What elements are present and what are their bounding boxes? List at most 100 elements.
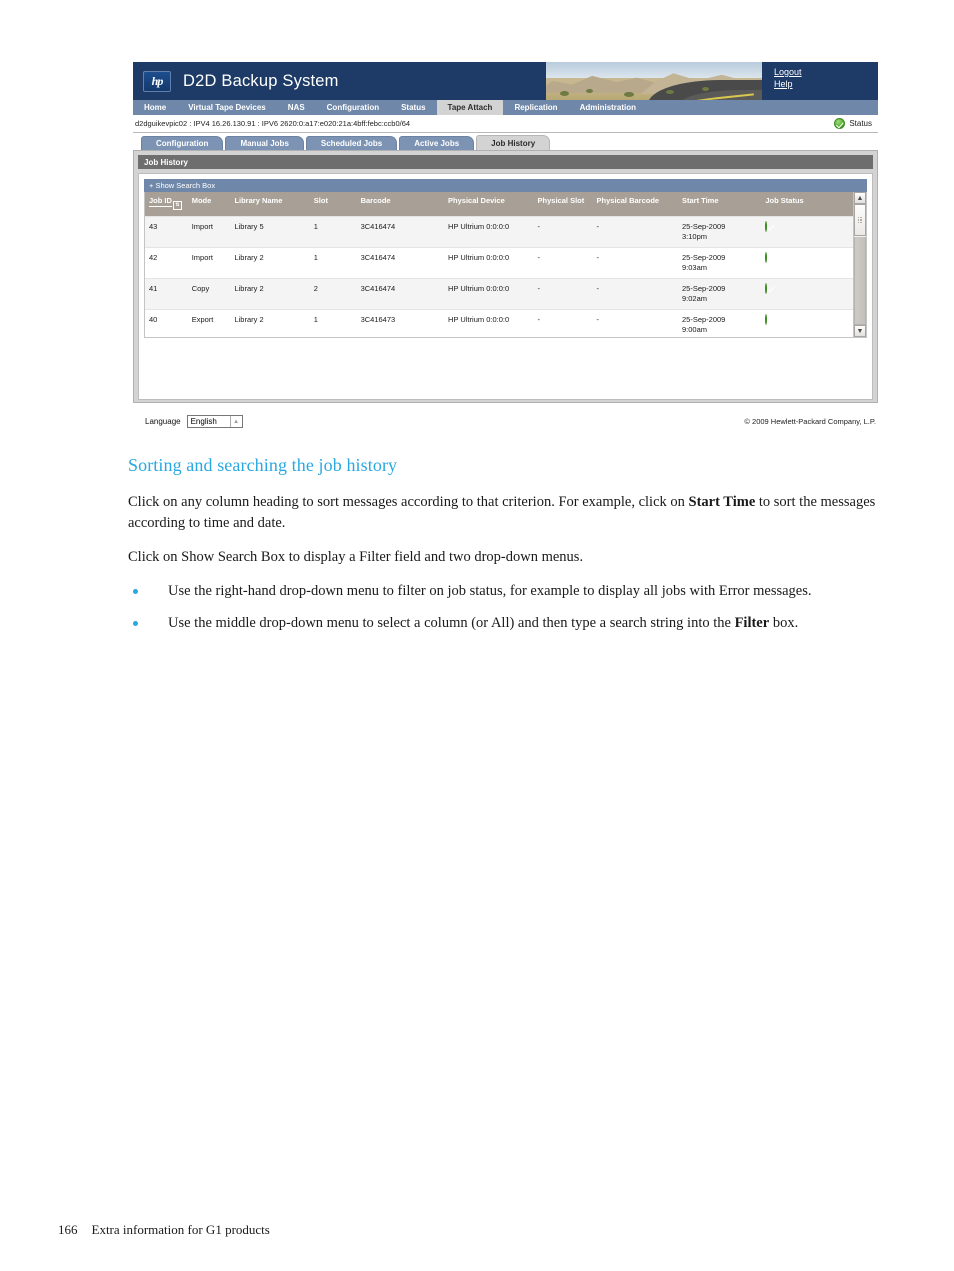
cell-start-time: 25-Sep-2009 9:03am [677, 246, 762, 278]
scroll-thumb[interactable] [854, 204, 866, 236]
table-vertical-scrollbar[interactable]: ▲ ▼ [853, 192, 866, 337]
cell-start-time: 25-Sep-2009 3:10pm [677, 215, 762, 247]
page-footer: 166 Extra information for G1 products [58, 1222, 270, 1238]
nav-item-tape-attach[interactable]: Tape Attach [436, 100, 504, 115]
banner-left: hp D2D Backup System [133, 62, 546, 100]
nav-item-virtual-tape-devices[interactable]: Virtual Tape Devices [177, 100, 277, 115]
banner-links: Logout Help [762, 62, 878, 100]
column-header-job-status[interactable]: Job Status [761, 192, 853, 216]
column-header-slot[interactable]: Slot [309, 192, 357, 216]
table-row[interactable]: 43 Import Library 5 1 3C416474 HP Ultriu… [145, 215, 853, 247]
show-search-box-toggle[interactable]: + Show Search Box [144, 179, 867, 192]
sort-arrow-icon: ⇅ [172, 201, 182, 210]
cell-start-time: 25-Sep-2009 9:02am [677, 277, 762, 309]
nav-item-nas[interactable]: NAS [277, 100, 316, 115]
table-row[interactable]: 40 Export Library 2 1 3C416473 HP Ultriu… [145, 308, 853, 337]
column-header-physical-slot[interactable]: Physical Slot [533, 192, 593, 216]
cell-job-status [761, 246, 853, 278]
photo-sky [546, 62, 762, 78]
cell-mode: Import [187, 215, 231, 247]
job-history-panel: Job History + Show Search Box Job ID ⇅ M… [133, 150, 878, 403]
column-header-job-id-label: Job ID [149, 196, 172, 207]
copyright-text: © 2009 Hewlett-Packard Company, L.P. [744, 417, 876, 426]
language-selected-value: English [190, 417, 217, 426]
column-header-start-time[interactable]: Start Time [677, 192, 762, 216]
hp-logo-icon: hp [143, 70, 171, 92]
scroll-down-button[interactable]: ▼ [854, 325, 866, 337]
app-footer: Language English ▲ © 2009 Hewlett-Packar… [133, 415, 878, 428]
column-header-mode[interactable]: Mode [187, 192, 231, 216]
cell-job-status [761, 215, 853, 247]
ok-check-icon [765, 220, 768, 232]
job-history-table-scroll: Job ID ⇅ Mode Library Name Slot Barcode P… [145, 192, 853, 337]
ok-check-icon [765, 282, 768, 294]
para1-bold-start-time: Start Time [688, 494, 756, 510]
column-header-physical-device[interactable]: Physical Device [444, 192, 534, 216]
nav-item-status[interactable]: Status [390, 100, 436, 115]
column-header-job-id[interactable]: Job ID ⇅ [145, 192, 188, 216]
language-group: Language English ▲ [145, 415, 243, 428]
cell-slot: 2 [309, 277, 357, 309]
nav-item-configuration[interactable]: Configuration [316, 100, 390, 115]
panel-body: + Show Search Box Job ID ⇅ Mode Library … [138, 173, 873, 400]
host-address: d2dguikevpic02 : IPV4 16.26.130.91 : IPV… [135, 119, 411, 128]
main-navigation: Home Virtual Tape Devices NAS Configurat… [133, 100, 878, 115]
cell-mode: Import [187, 246, 231, 278]
cell-physical-barcode: - [592, 215, 678, 247]
cell-library: Library 2 [230, 277, 310, 309]
cell-physical-barcode: - [592, 277, 678, 309]
cell-physical-barcode: - [592, 308, 678, 337]
tab-scheduled-jobs[interactable]: Scheduled Jobs [305, 136, 398, 150]
cell-job-id: 40 [145, 308, 188, 337]
cell-library: Library 2 [230, 308, 310, 337]
bullet1-part-a: Use the right-hand drop-down menu to fil… [168, 583, 812, 599]
cell-slot: 1 [309, 246, 357, 278]
table-header-row: Job ID ⇅ Mode Library Name Slot Barcode P… [145, 192, 853, 216]
tab-active-jobs[interactable]: Active Jobs [399, 136, 475, 150]
column-header-barcode[interactable]: Barcode [356, 192, 445, 216]
photo-scrub-2 [586, 89, 593, 93]
ok-check-icon [765, 313, 768, 325]
start-date: 25-Sep-2009 [681, 283, 726, 293]
status-indicator[interactable]: Status [834, 118, 872, 129]
cell-physical-slot: - [533, 308, 593, 337]
column-header-physical-barcode[interactable]: Physical Barcode [592, 192, 678, 216]
table-row[interactable]: 42 Import Library 2 1 3C416474 HP Ultriu… [145, 246, 853, 278]
cell-physical-barcode: - [592, 246, 678, 278]
scroll-track-remainder[interactable] [854, 237, 866, 325]
scroll-up-button[interactable]: ▲ [854, 192, 866, 204]
cell-mode: Export [187, 308, 231, 337]
cell-job-id: 43 [145, 215, 188, 247]
start-clock: 3:10pm [681, 231, 708, 241]
bullet2-part-c: box. [769, 615, 799, 631]
logout-link[interactable]: Logout [774, 66, 878, 78]
language-select[interactable]: English ▲ [186, 415, 243, 428]
page-chapter-title: Extra information for G1 products [91, 1222, 270, 1237]
nav-item-administration[interactable]: Administration [569, 100, 647, 115]
tab-configuration[interactable]: Configuration [141, 136, 224, 150]
help-link[interactable]: Help [774, 78, 878, 90]
tab-job-history[interactable]: Job History [476, 135, 551, 150]
table-body: 43 Import Library 5 1 3C416474 HP Ultriu… [145, 215, 853, 337]
nav-item-home[interactable]: Home [133, 100, 177, 115]
cell-physical-device: HP Ultrium 0:0:0:0 [444, 246, 534, 278]
scroll-track[interactable] [854, 204, 866, 325]
start-clock: 9:00am [681, 324, 708, 334]
photo-scrub-5 [702, 87, 709, 91]
ok-check-icon [834, 118, 846, 129]
language-label: Language [145, 417, 181, 426]
tab-manual-jobs[interactable]: Manual Jobs [225, 136, 304, 150]
bullet2-part-a: Use the middle drop-down menu to select … [168, 615, 735, 631]
cell-barcode: 3C416474 [356, 246, 445, 278]
photo-scrub-4 [666, 90, 674, 94]
column-header-library-name[interactable]: Library Name [230, 192, 310, 216]
cell-barcode: 3C416474 [356, 215, 445, 247]
cell-job-status [761, 277, 853, 309]
table-row[interactable]: 41 Copy Library 2 2 3C416474 HP Ultrium … [145, 277, 853, 309]
page-number: 166 [58, 1222, 78, 1237]
scroll-grip-icon [857, 216, 863, 224]
status-label: Status [849, 119, 872, 128]
cell-slot: 1 [309, 308, 357, 337]
start-date: 25-Sep-2009 [681, 221, 726, 231]
nav-item-replication[interactable]: Replication [503, 100, 568, 115]
